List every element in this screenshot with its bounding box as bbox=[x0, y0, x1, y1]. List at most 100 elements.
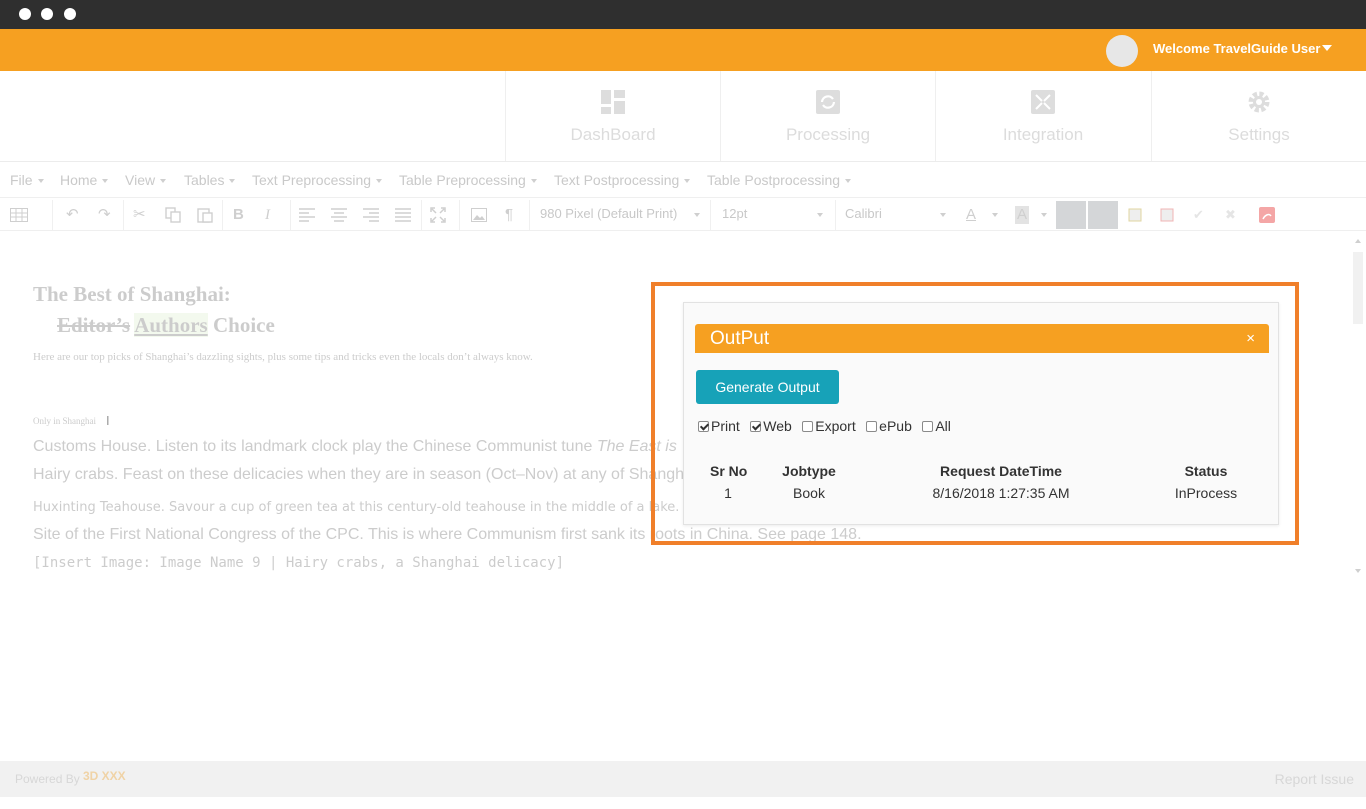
font-size-select[interactable]: 12pt bbox=[722, 206, 827, 221]
menu-text-postprocessing[interactable]: Text Postprocessing bbox=[554, 172, 691, 188]
toolbar-separator bbox=[52, 200, 53, 230]
chevron-down-icon bbox=[684, 179, 691, 184]
dashboard-icon bbox=[601, 90, 625, 114]
inserted-text: Authors bbox=[134, 313, 208, 337]
checkbox-box[interactable] bbox=[698, 421, 709, 432]
menu-view[interactable]: View bbox=[125, 172, 167, 188]
checkbox-label: ePub bbox=[879, 418, 912, 434]
page-width-select[interactable]: 980 Pixel (Default Print) bbox=[540, 206, 705, 221]
nav-tab-dashboard[interactable]: DashBoard bbox=[505, 71, 720, 161]
welcome-user-label[interactable]: Welcome TravelGuide User bbox=[1153, 41, 1320, 56]
document-line: Huxinting Teahouse. Savour a cup of gree… bbox=[33, 500, 700, 515]
font-color-button[interactable]: A bbox=[966, 206, 976, 224]
window-titlebar bbox=[0, 0, 1366, 29]
checkbox-epub[interactable]: ePub bbox=[866, 418, 912, 434]
pilcrow-icon[interactable]: ¶ bbox=[505, 206, 513, 224]
document-title: The Best of Shanghai: bbox=[33, 282, 231, 306]
document-intro: Here are our top picks of Shanghai’s daz… bbox=[33, 351, 533, 363]
checkbox-box[interactable] bbox=[802, 421, 814, 432]
nav-tab-label: Integration bbox=[1002, 125, 1084, 144]
top-bar: Welcome TravelGuide User bbox=[0, 29, 1366, 71]
cut-icon[interactable]: ✂ bbox=[133, 206, 146, 224]
window-minimize-dot[interactable] bbox=[41, 8, 53, 20]
toolbar-separator bbox=[222, 200, 223, 230]
menu-tables[interactable]: Tables bbox=[184, 172, 236, 188]
window-maximize-dot[interactable] bbox=[64, 8, 76, 20]
checkbox-box[interactable] bbox=[922, 421, 934, 432]
nav-tab-integration[interactable]: Integration bbox=[935, 71, 1150, 161]
scroll-up-icon[interactable] bbox=[1355, 239, 1361, 243]
table-icon[interactable] bbox=[10, 208, 28, 222]
reject-change-icon[interactable]: ✖ bbox=[1225, 206, 1236, 224]
cell-sr-no: 1 bbox=[724, 485, 732, 501]
column-header-status: Status bbox=[1184, 463, 1228, 479]
document-line: Hairy crabs. Feast on these delicacies w… bbox=[33, 466, 685, 483]
nav-tab-label: Processing bbox=[785, 125, 871, 144]
checkbox-export[interactable]: Export bbox=[802, 418, 856, 434]
comment-icon[interactable] bbox=[1128, 208, 1142, 222]
nav-tab-settings[interactable]: Settings bbox=[1151, 71, 1366, 161]
chevron-down-icon bbox=[37, 179, 44, 184]
chevron-down-icon bbox=[102, 179, 109, 184]
accept-change-icon[interactable]: ✔ bbox=[1193, 206, 1204, 224]
menu-file[interactable]: File bbox=[10, 172, 44, 188]
line-text: Customs House. Listen to its landmark cl… bbox=[33, 438, 597, 455]
menu-label: Table Preprocessing bbox=[399, 172, 526, 188]
paste-icon[interactable] bbox=[197, 207, 213, 223]
checkbox-web[interactable]: Web bbox=[750, 418, 792, 434]
editor-toolbar: ↶ ↷ ✂ B I ¶ 980 Pixel (Default Print) 12… bbox=[0, 197, 1366, 231]
window-close-dot[interactable] bbox=[19, 8, 31, 20]
italic-button[interactable]: I bbox=[265, 206, 270, 224]
menu-table-postprocessing[interactable]: Table Postprocessing bbox=[707, 172, 852, 188]
column-header-sr-no: Sr No bbox=[710, 463, 748, 479]
bold-button[interactable]: B bbox=[233, 206, 244, 224]
background-color-button[interactable]: A bbox=[1015, 206, 1030, 224]
nav-tab-processing[interactable]: Processing bbox=[720, 71, 935, 161]
document-scrollbar[interactable] bbox=[1350, 232, 1366, 577]
menu-table-preprocessing[interactable]: Table Preprocessing bbox=[399, 172, 537, 188]
menu-label: Text Postprocessing bbox=[554, 172, 680, 188]
powered-by-label: Powered By bbox=[15, 772, 80, 786]
scrollbar-thumb[interactable] bbox=[1353, 252, 1363, 324]
undo-icon[interactable]: ↶ bbox=[66, 206, 79, 224]
close-icon[interactable]: × bbox=[1246, 330, 1255, 347]
chevron-down-icon bbox=[992, 213, 998, 217]
menu-text-preprocessing[interactable]: Text Preprocessing bbox=[252, 172, 383, 188]
align-right-icon[interactable] bbox=[363, 208, 379, 222]
menu-label: Table Postprocessing bbox=[707, 172, 841, 188]
chevron-down-icon bbox=[160, 179, 167, 184]
checkbox-box[interactable] bbox=[750, 421, 762, 432]
integration-icon bbox=[1031, 90, 1055, 114]
report-issue-link[interactable]: Report Issue bbox=[1275, 771, 1354, 787]
scroll-down-icon[interactable] bbox=[1355, 569, 1361, 573]
avatar[interactable] bbox=[1106, 35, 1138, 67]
copy-icon[interactable] bbox=[165, 207, 181, 223]
align-justify-icon[interactable] bbox=[395, 208, 411, 222]
checkbox-box[interactable] bbox=[866, 421, 878, 432]
document-subtitle: Editor’s Authors Choice bbox=[57, 313, 275, 338]
chevron-down-icon bbox=[845, 179, 852, 184]
track-changes-button[interactable] bbox=[1056, 201, 1086, 229]
redo-icon[interactable]: ↷ bbox=[98, 206, 111, 224]
image-icon[interactable] bbox=[471, 208, 487, 222]
checkbox-print[interactable]: Print bbox=[698, 418, 740, 434]
toolbar-separator bbox=[421, 200, 422, 230]
font-family-select[interactable]: Calibri bbox=[845, 206, 950, 221]
generate-output-button[interactable]: Generate Output bbox=[696, 370, 839, 404]
menu-home[interactable]: Home bbox=[60, 172, 109, 188]
output-dialog: OutPut × Generate Output Print Web Expor… bbox=[683, 302, 1279, 525]
cell-jobtype: Book bbox=[793, 485, 825, 501]
toolbar-separator bbox=[835, 200, 836, 230]
align-left-icon[interactable] bbox=[299, 208, 315, 222]
toolbar-separator bbox=[459, 200, 460, 230]
user-menu-chevron-down-icon[interactable] bbox=[1322, 45, 1332, 51]
align-center-icon[interactable] bbox=[331, 208, 347, 222]
delete-comment-icon[interactable] bbox=[1160, 208, 1174, 222]
menu-label: Tables bbox=[184, 172, 225, 188]
fullscreen-icon[interactable] bbox=[430, 207, 446, 223]
gear-icon bbox=[1248, 91, 1270, 113]
toolbar-separator bbox=[123, 200, 124, 230]
pdf-icon[interactable] bbox=[1259, 207, 1275, 223]
show-changes-button[interactable] bbox=[1088, 201, 1118, 229]
checkbox-all[interactable]: All bbox=[922, 418, 951, 434]
